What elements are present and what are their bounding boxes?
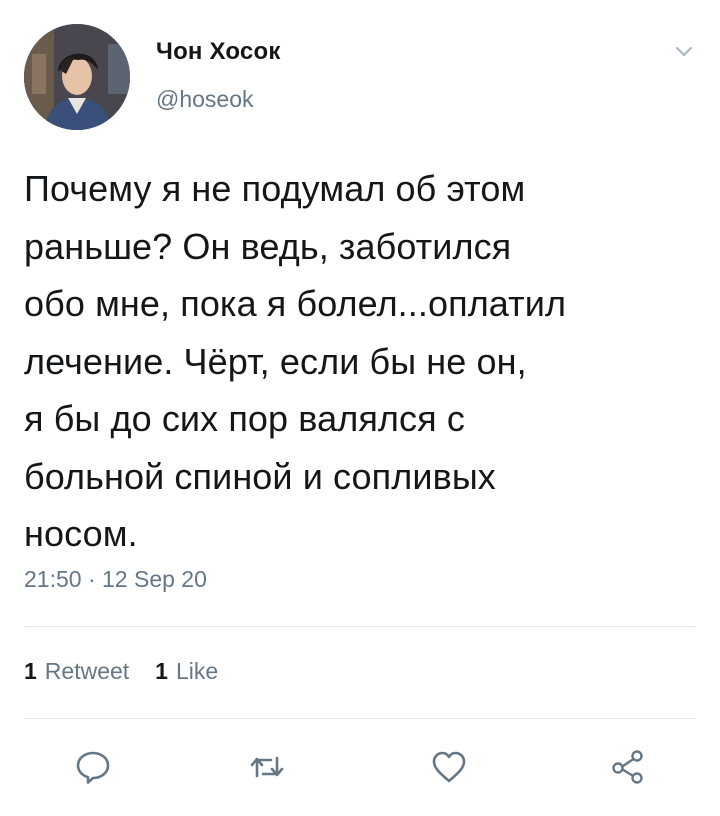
divider [24,718,696,719]
chevron-down-icon[interactable] [672,40,696,64]
meta-separator: · [87,566,96,592]
tweet-timestamp[interactable]: 21:50 · 12 Sep 20 [24,566,207,593]
retweet-button[interactable] [245,745,289,789]
tweet-time: 21:50 [24,566,82,592]
retweet-count-label[interactable]: Retweet [45,658,129,685]
tweet-stats: 1 Retweet 1 Like [24,658,244,685]
reply-button[interactable] [71,745,115,789]
avatar-image [24,24,130,130]
retweet-count[interactable]: 1 [24,658,37,685]
user-handle[interactable]: @hoseok [156,86,254,113]
like-count[interactable]: 1 [155,658,168,685]
share-button[interactable] [606,745,650,789]
avatar[interactable] [24,24,130,130]
like-count-label[interactable]: Like [176,658,218,685]
tweet-text: Почему я не подумал об этом раньше? Он в… [24,168,567,554]
heart-icon [432,751,466,783]
divider [24,626,696,627]
like-button[interactable] [427,745,471,789]
reply-icon [76,751,110,784]
display-name[interactable]: Чон Хосок [156,38,281,66]
tweet-date: 12 Sep 20 [102,566,207,592]
retweet-icon [250,756,284,778]
tweet-card: Чон Хосок @hoseok Почему я не подумал об… [0,0,720,816]
share-icon [612,750,643,784]
